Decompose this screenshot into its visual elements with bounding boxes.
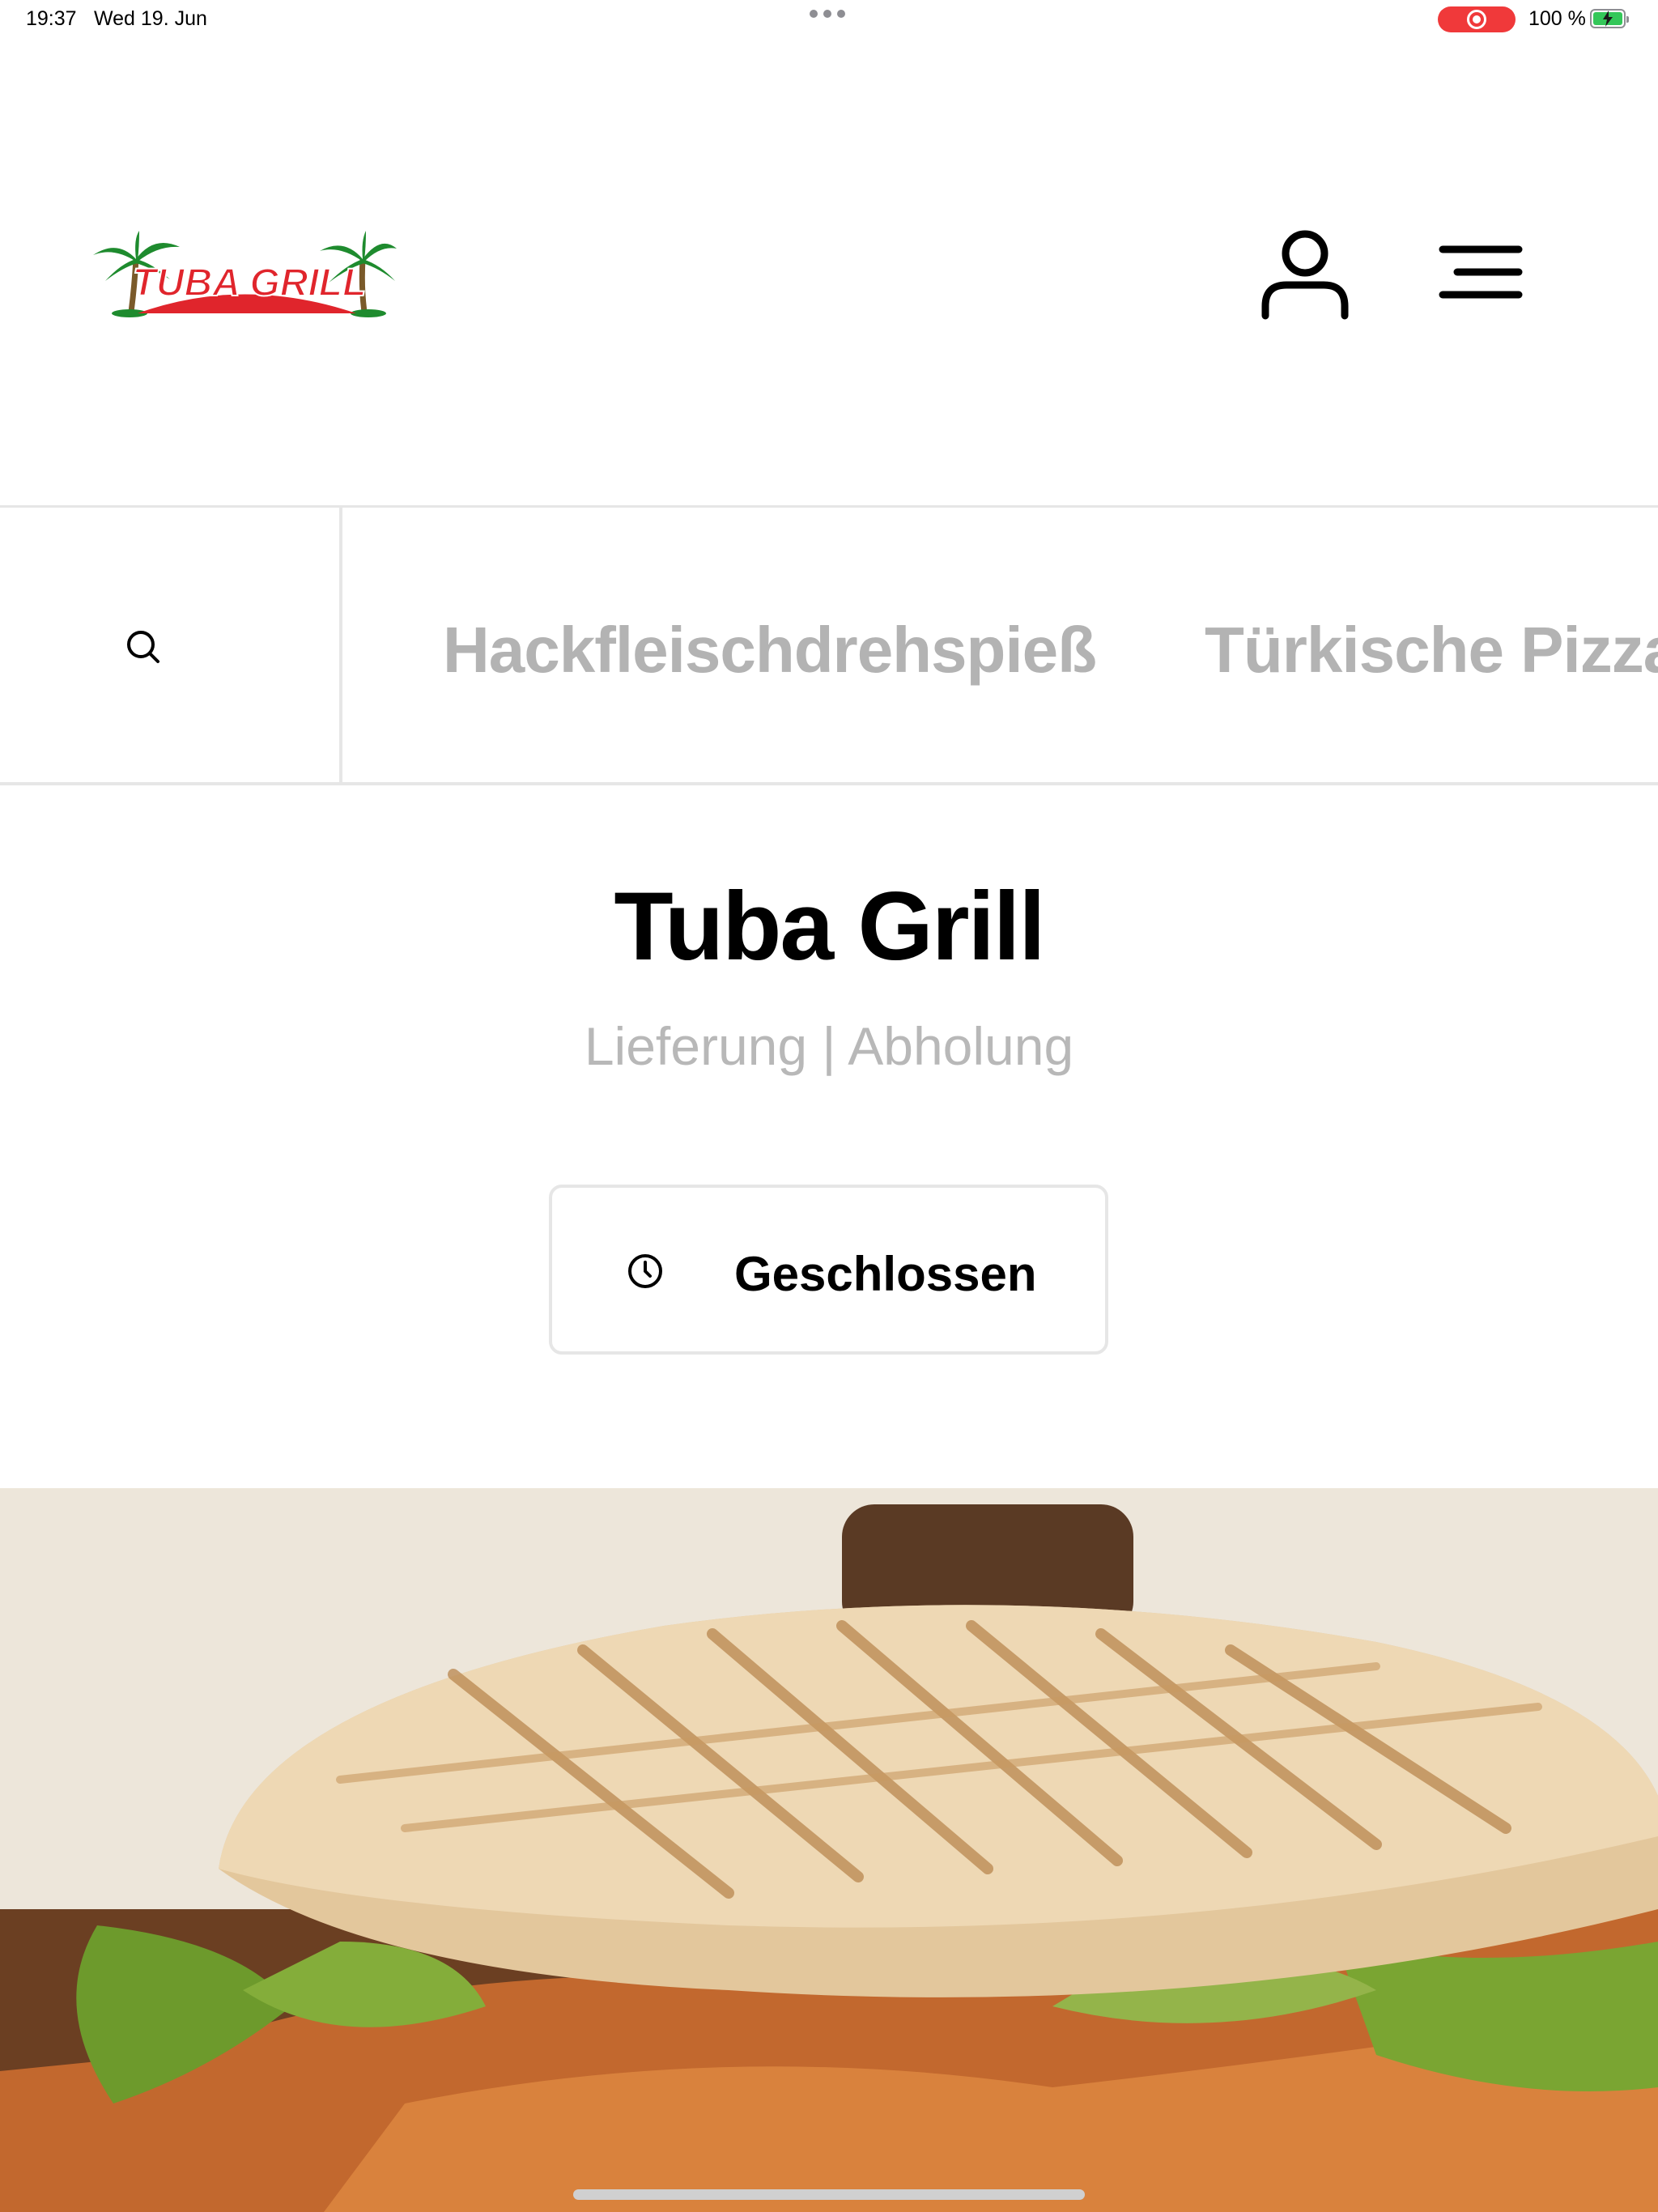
restaurant-title: Tuba Grill bbox=[614, 872, 1045, 981]
multitasking-dots-icon[interactable] bbox=[810, 10, 845, 18]
battery-charging-icon bbox=[1590, 9, 1629, 28]
home-indicator[interactable] bbox=[573, 2189, 1085, 2200]
category-tab-hackfleischdrehspiess[interactable]: Hackfleischdrehspieß bbox=[443, 613, 1097, 687]
menu-button[interactable] bbox=[1436, 241, 1525, 306]
search-button[interactable] bbox=[0, 508, 342, 782]
tuba-grill-logo[interactable]: TUBA GRILL bbox=[89, 231, 397, 320]
battery-percentage: 100 % bbox=[1528, 7, 1586, 30]
hero-food-image bbox=[0, 1488, 1658, 2212]
category-bar: Hackfleischdrehspieß Türkische Pizza bbox=[0, 505, 1658, 785]
user-icon bbox=[1261, 230, 1349, 320]
clock-icon bbox=[628, 1254, 662, 1288]
service-modes: Lieferung | Abholung bbox=[584, 1016, 1074, 1076]
status-date: Wed 19. Jun bbox=[94, 7, 207, 30]
category-tabs[interactable]: Hackfleischdrehspieß Türkische Pizza bbox=[346, 508, 1658, 782]
status-bar: 19:37 Wed 19. Jun 100 % bbox=[0, 0, 1658, 39]
svg-text:TUBA GRILL: TUBA GRILL bbox=[133, 262, 367, 304]
search-icon bbox=[127, 631, 159, 663]
screen-recording-icon[interactable] bbox=[1438, 6, 1516, 32]
opening-status-label: Geschlossen bbox=[734, 1247, 1037, 1301]
hamburger-menu-icon bbox=[1439, 245, 1523, 299]
account-button[interactable] bbox=[1259, 225, 1352, 322]
category-tab-tuerkische-pizza[interactable]: Türkische Pizza bbox=[1205, 613, 1658, 687]
opening-status-button[interactable]: Geschlossen bbox=[549, 1185, 1108, 1355]
status-time: 19:37 bbox=[26, 7, 77, 30]
